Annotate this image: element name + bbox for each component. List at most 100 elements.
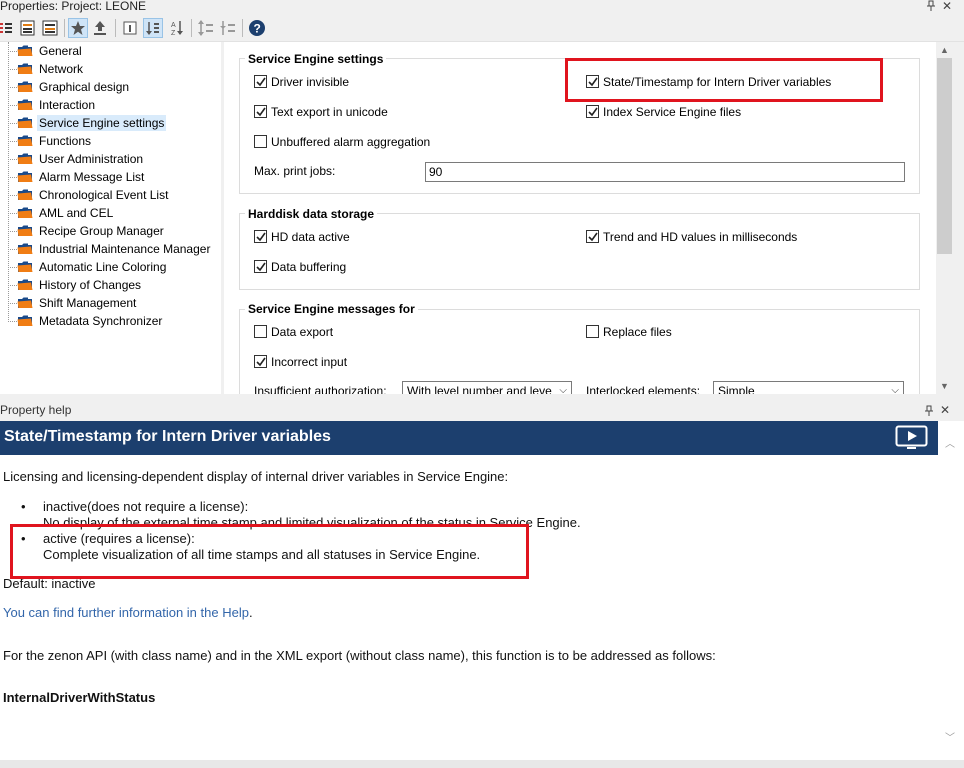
tree-item[interactable]: Industrial Maintenance Manager (0, 240, 221, 258)
favorites-star-icon[interactable] (68, 18, 88, 38)
tree-item[interactable]: Metadata Synchronizer (0, 312, 221, 330)
max-print-jobs-label: Max. print jobs: (254, 164, 336, 178)
checkbox-box[interactable] (586, 105, 599, 118)
scroll-down-icon[interactable]: ▼ (936, 378, 953, 394)
property-help-title: Property help (0, 403, 72, 417)
tree-item-label: Interaction (39, 98, 96, 112)
property-help-title-bar: Property help ✕ (0, 403, 964, 419)
folder-icon (17, 314, 33, 327)
interlocked-elements-label: Interlocked elements: (586, 384, 701, 394)
folder-icon (17, 278, 33, 291)
checkbox-box[interactable] (586, 75, 599, 88)
folder-icon (17, 224, 33, 237)
checkbox-box[interactable] (254, 355, 267, 368)
checkbox-box[interactable] (254, 230, 267, 243)
help-header-title: State/Timestamp for Intern Driver variab… (4, 428, 331, 445)
tree-item[interactable]: Functions (0, 132, 221, 150)
group-title-harddisk: Harddisk data storage (245, 207, 378, 221)
property-grid-scrollbar[interactable]: ▲ ▼ (936, 42, 953, 394)
checkbox-box[interactable] (586, 325, 599, 338)
folder-icon (17, 242, 33, 255)
group-harddisk-data-storage (239, 213, 920, 290)
checkbox-box[interactable] (254, 75, 267, 88)
help-scrollbar[interactable]: ︿ ﹀ (938, 421, 964, 760)
tree-item-label: Recipe Group Manager (39, 224, 164, 238)
tree-item[interactable]: Network (0, 60, 221, 78)
sort-alpha-icon[interactable]: AZ (167, 18, 187, 38)
property-grid: Service Engine settings Driver invisible… (224, 42, 936, 394)
tree-item[interactable]: Interaction (0, 96, 221, 114)
tree-item-label: Network (39, 62, 84, 76)
folder-icon (17, 170, 33, 183)
export-up-icon[interactable] (90, 18, 110, 38)
scroll-up-icon[interactable]: ︿ (941, 435, 959, 451)
help-api-name: InternalDriverWithStatus (3, 690, 156, 705)
svg-text:Z: Z (171, 30, 176, 37)
folder-icon (17, 188, 33, 201)
tree-item[interactable]: Automatic Line Coloring (0, 258, 221, 276)
help-bullet-text: No display of the external time stamp an… (43, 515, 581, 530)
folder-icon (17, 116, 33, 129)
tree-item-label: Graphical design (39, 80, 130, 94)
svg-text:?: ? (254, 22, 261, 36)
tree-item[interactable]: AML and CEL (0, 204, 221, 222)
video-play-icon[interactable] (895, 425, 928, 451)
list-view-icon[interactable] (0, 18, 16, 38)
scroll-down-icon[interactable]: ﹀ (941, 729, 959, 745)
help-bullet-text: Complete visualization of all time stamp… (43, 547, 481, 562)
tree-item[interactable]: Shift Management (0, 294, 221, 312)
tree-item[interactable]: Chronological Event List (0, 186, 221, 204)
help-body: Licensing and licensing-dependent displa… (0, 455, 938, 760)
tree-item-label: Automatic Line Coloring (39, 260, 167, 274)
checkbox-box[interactable] (254, 260, 267, 273)
insufficient-authorization-label: Insufficient authorization: (254, 384, 387, 394)
info-box-icon[interactable] (120, 18, 140, 38)
tree-item-label: AML and CEL (39, 206, 114, 220)
properties-title-bar: Properties: Project: LEONE ✕ (0, 0, 964, 14)
help-api-note: For the zenon API (with class name) and … (3, 648, 716, 663)
scrollbar-thumb[interactable] (937, 58, 952, 254)
folder-icon (17, 152, 33, 165)
help-icon[interactable]: ? (247, 18, 267, 38)
folder-icon (17, 98, 33, 111)
list-alpha-icon[interactable] (18, 18, 38, 38)
tree-item[interactable]: History of Changes (0, 276, 221, 294)
tree-item[interactable]: Graphical design (0, 78, 221, 96)
tree-item[interactable]: Service Engine settings (0, 114, 221, 132)
interlocked-elements-select[interactable]: Simple ⌵ (713, 381, 904, 394)
close-icon[interactable]: ✕ (941, 0, 953, 12)
tree-item-label: Alarm Message List (39, 170, 145, 184)
checkbox-box[interactable] (586, 230, 599, 243)
checkbox-box[interactable] (254, 135, 267, 148)
horizontal-scrollbar[interactable] (0, 760, 964, 768)
tree-item[interactable]: User Administration (0, 150, 221, 168)
help-header: State/Timestamp for Intern Driver variab… (0, 421, 938, 455)
folder-icon (17, 134, 33, 147)
help-bullet-title: inactive(does not require a license): (43, 499, 249, 514)
expand-all-icon[interactable] (196, 18, 216, 38)
group-title-service-engine: Service Engine settings (245, 52, 387, 66)
tree-item[interactable]: General (0, 42, 221, 60)
max-print-jobs-input[interactable]: 90 (425, 162, 905, 182)
help-link-line: You can find further information in the … (3, 605, 253, 620)
pin-icon[interactable] (926, 0, 936, 12)
folder-icon (17, 260, 33, 273)
tree-item[interactable]: Alarm Message List (0, 168, 221, 186)
tree-item-label: Industrial Maintenance Manager (39, 242, 211, 256)
tree-item-label: General (39, 44, 82, 58)
scroll-up-icon[interactable]: ▲ (936, 42, 953, 58)
close-icon[interactable]: ✕ (939, 404, 951, 416)
pin-icon[interactable] (924, 405, 934, 417)
tree-item[interactable]: Recipe Group Manager (0, 222, 221, 240)
folder-icon (17, 80, 33, 93)
collapse-all-icon[interactable] (218, 18, 238, 38)
list-group-icon[interactable] (40, 18, 60, 38)
checkbox-box[interactable] (254, 325, 267, 338)
sort-order-icon[interactable] (143, 18, 163, 38)
checkbox-box[interactable] (254, 105, 267, 118)
tree-item-label: Shift Management (39, 296, 137, 310)
insufficient-authorization-select[interactable]: With level number and leve ⌵ (402, 381, 572, 394)
folder-icon (17, 44, 33, 57)
help-link[interactable]: You can find further information in the … (3, 605, 249, 620)
properties-title: Properties: Project: LEONE (0, 0, 147, 13)
